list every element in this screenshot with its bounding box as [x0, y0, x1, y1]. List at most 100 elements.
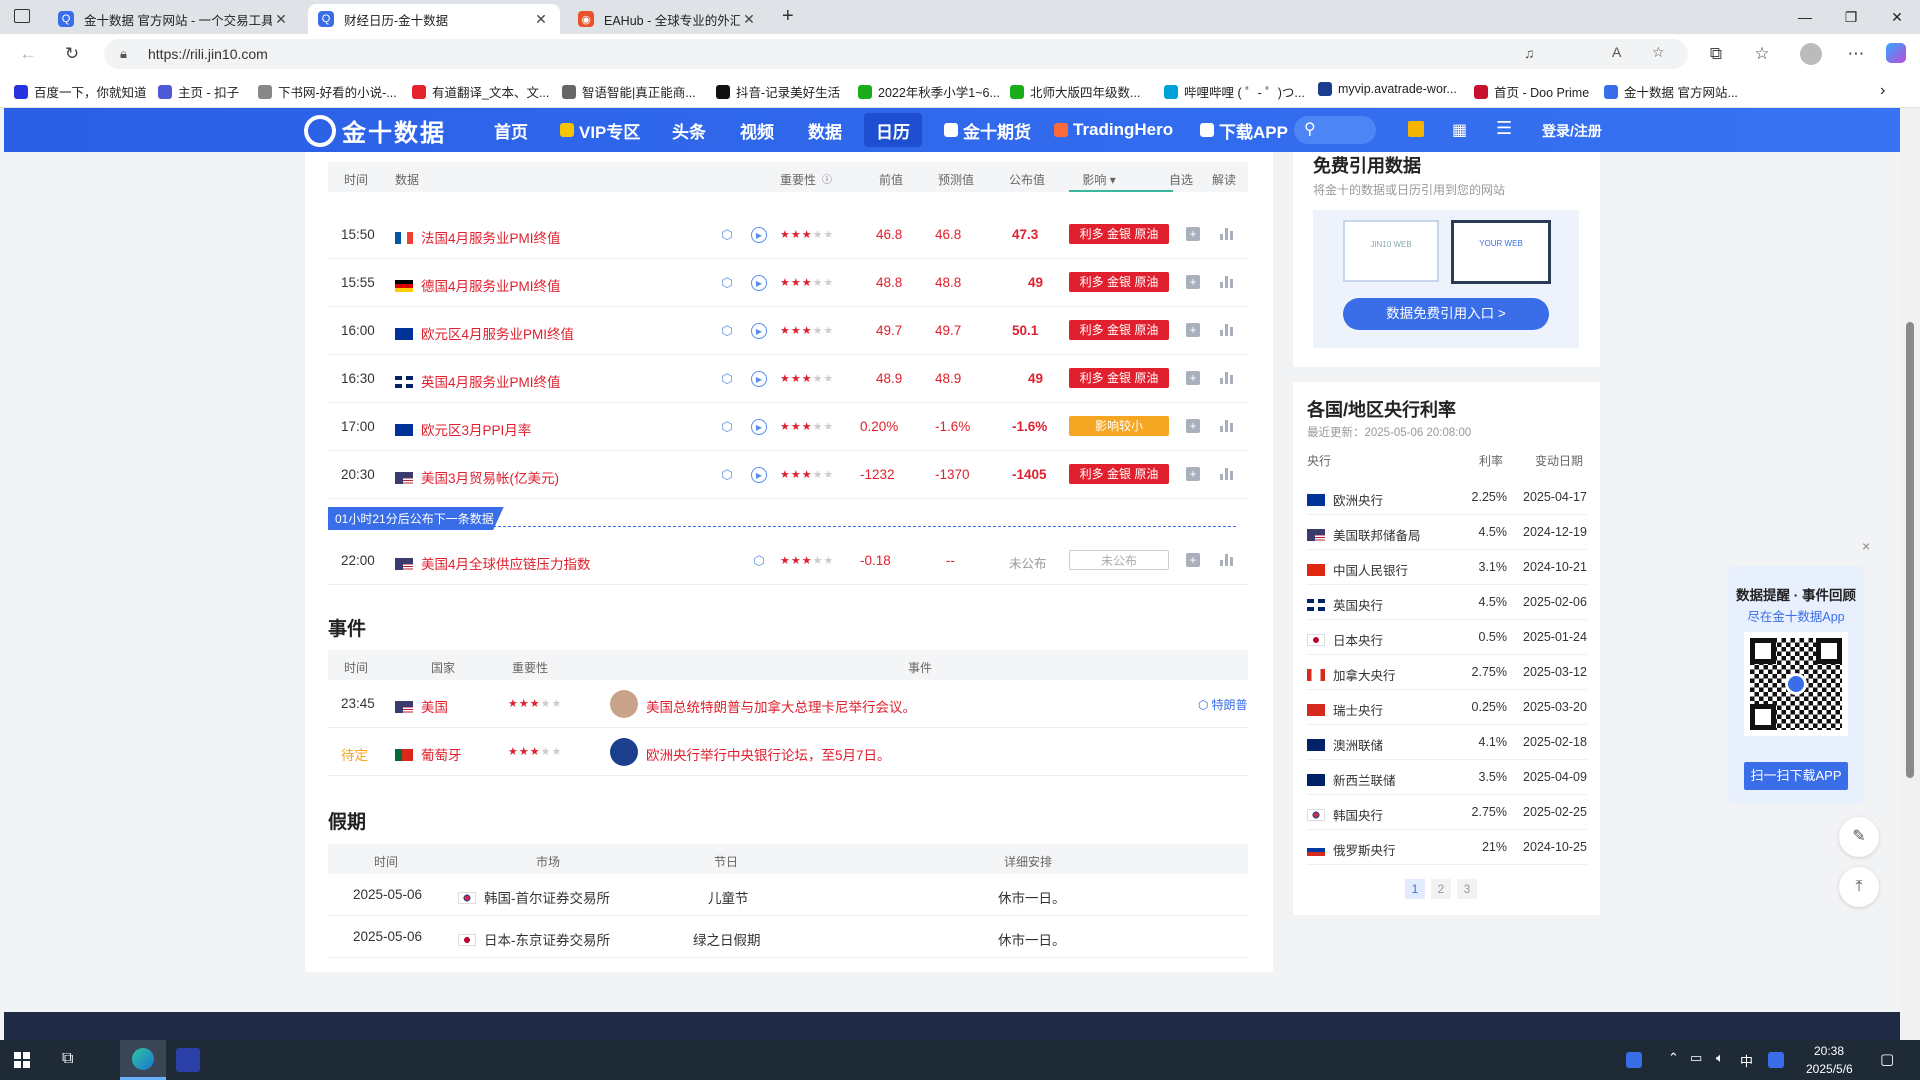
chart-bars-icon[interactable] — [1220, 274, 1234, 288]
cb-row[interactable]: 俄罗斯央行 21% 2024-10-25 — [1307, 830, 1587, 865]
row-indicator[interactable]: 欧元区4月服务业PMI终值 — [395, 323, 574, 343]
tray-chevron-icon[interactable]: ⌃ — [1668, 1050, 1679, 1066]
bookmark-item[interactable]: 有道翻译_文本、文... — [412, 82, 549, 101]
nav-3[interactable]: 视频 — [740, 108, 774, 152]
bookmark-item[interactable]: 主页 - 扣子 — [158, 82, 239, 101]
cb-row[interactable]: 欧洲央行 2.25% 2025-04-17 — [1307, 480, 1587, 515]
chart-bars-icon[interactable] — [1220, 226, 1234, 240]
add-watch-icon[interactable]: + — [1186, 275, 1200, 289]
nav-5[interactable]: 日历 — [864, 113, 922, 147]
refresh-icon[interactable]: ↻ — [58, 42, 86, 66]
cb-page-3[interactable]: 3 — [1457, 879, 1477, 899]
login-link[interactable]: 登录/注册 — [1542, 121, 1602, 141]
bookmark-item[interactable]: 下书网-好看的小说-... — [258, 82, 397, 101]
minimize-button[interactable]: — — [1782, 0, 1828, 34]
add-watch-icon[interactable]: + — [1186, 371, 1200, 385]
event-tag-link[interactable]: ⬡ 特朗普 — [1198, 696, 1248, 713]
bookmark-item[interactable]: 抖音-记录美好生活 — [716, 82, 840, 101]
cb-page-1[interactable]: 1 — [1405, 879, 1425, 899]
browser-tab[interactable]: Q 金十数据 官方网站 - 一个交易工具 ✕ — [48, 4, 300, 34]
play-video-icon[interactable]: ▶ — [751, 227, 767, 243]
url-field[interactable]: 🔒︎ https://rili.jin10.com ♫ A ☆ — [104, 39, 1688, 69]
play-video-icon[interactable]: ▶ — [751, 323, 767, 339]
data-row[interactable]: 16:00 欧元区4月服务业PMI终值 ⬡ ▶ ★★★★★ 49.7 49.7 50.1 利多 … — [328, 307, 1248, 355]
ime-indicator[interactable]: 中 — [1740, 1051, 1753, 1070]
bookmark-item[interactable]: 百度一下，你就知道 — [14, 82, 147, 101]
browser-tab[interactable]: ◉ EAHub - 全球专业的外汇EA指标✕ — [568, 4, 768, 34]
add-watch-icon[interactable]: + — [1186, 227, 1200, 241]
nav-8[interactable]: 下载APP — [1200, 108, 1288, 152]
cb-row[interactable]: 瑞士央行 0.25% 2025-03-20 — [1307, 690, 1587, 725]
notification-icon[interactable]: ▢ — [1880, 1050, 1894, 1068]
chart-bars-icon[interactable] — [1220, 370, 1234, 384]
play-video-icon[interactable]: ▶ — [751, 419, 767, 435]
nav-6[interactable]: 金十期货 — [944, 108, 1031, 152]
add-watch-icon[interactable]: + — [1186, 467, 1200, 481]
row-indicator[interactable]: 欧元区3月PPI月率 — [395, 419, 531, 439]
clock-time[interactable]: 20:38 — [1814, 1044, 1844, 1058]
row-indicator[interactable]: 英国4月服务业PMI终值 — [395, 371, 561, 391]
play-video-icon[interactable]: ▶ — [751, 467, 767, 483]
bookmark-item[interactable]: 首页 - Doo Prime — [1474, 82, 1589, 101]
favorite-star-icon[interactable]: ☆ — [1652, 44, 1665, 61]
data-row[interactable]: 20:30 美国3月贸易帐(亿美元) ⬡ ▶ ★★★★★ -1232 -1370 -1405 利… — [328, 451, 1248, 499]
bookmarks-more-icon[interactable]: › — [1880, 82, 1885, 100]
bookmark-item[interactable]: myvip.avatrade-wor... — [1318, 82, 1457, 96]
data-row[interactable]: 15:55 德国4月服务业PMI终值 ⬡ ▶ ★★★★★ 48.8 48.8 49 利多 金银 … — [328, 259, 1248, 307]
chart-bars-icon[interactable] — [1220, 466, 1234, 480]
tray-app2-icon[interactable] — [1768, 1052, 1784, 1068]
bookmark-item[interactable]: 北师大版四年级数... — [1010, 82, 1140, 101]
tab-actions-icon[interactable] — [14, 9, 30, 23]
bookmark-item[interactable]: 哔哩哔哩 ( ゜- ゜)つ... — [1164, 82, 1305, 101]
cb-row[interactable]: 韩国央行 2.75% 2025-02-25 — [1307, 795, 1587, 830]
row-indicator[interactable]: 美国4月全球供应链压力指数 — [395, 553, 591, 573]
cb-row[interactable]: 加拿大央行 2.75% 2025-03-12 — [1307, 655, 1587, 690]
cube-icon[interactable]: ⬡ — [719, 419, 735, 435]
extensions-icon[interactable]: ⧉ — [1702, 42, 1730, 66]
windows-start-icon[interactable] — [14, 1052, 30, 1068]
copilot-icon[interactable] — [1886, 43, 1906, 63]
add-watch-icon[interactable]: + — [1186, 553, 1200, 567]
event-row[interactable]: 待定 葡萄牙 ★★★★★ 欧洲央行举行中央银行论坛，至5月7日。 — [328, 728, 1248, 776]
bookmark-item[interactable]: 智语智能|真正能商... — [562, 82, 696, 101]
tab-close-icon[interactable]: ✕ — [272, 11, 290, 28]
cube-icon[interactable]: ⬡ — [751, 553, 767, 569]
chart-bars-icon[interactable] — [1220, 322, 1234, 336]
restore-button[interactable]: ❐ — [1828, 0, 1874, 34]
nav-4[interactable]: 数据 — [808, 108, 842, 152]
task-view-icon[interactable]: ⧉ — [62, 1050, 73, 1068]
cube-icon[interactable]: ⬡ — [719, 467, 735, 483]
cb-page-2[interactable]: 2 — [1431, 879, 1451, 899]
cb-row[interactable]: 新西兰联储 3.5% 2025-04-09 — [1307, 760, 1587, 795]
new-tab-button[interactable]: + — [782, 5, 794, 28]
page-scrollbar[interactable] — [1902, 108, 1920, 1040]
bookmark-item[interactable]: 2022年秋季小学1~6... — [858, 82, 1000, 101]
edge-taskbar-icon[interactable] — [120, 1040, 166, 1080]
profile-avatar[interactable] — [1800, 43, 1822, 65]
row-indicator[interactable]: 法国4月服务业PMI终值 — [395, 227, 561, 247]
grid-icon[interactable]: ▦ — [1452, 120, 1467, 140]
nav-0[interactable]: 首页 — [494, 108, 528, 152]
bookmark-item[interactable]: 金十数据 官方网站... — [1604, 82, 1738, 101]
nav-2[interactable]: 头条 — [672, 108, 706, 152]
row-indicator[interactable]: 德国4月服务业PMI终值 — [395, 275, 561, 295]
add-watch-icon[interactable]: + — [1186, 323, 1200, 337]
back-icon[interactable]: ← — [14, 42, 42, 66]
logo[interactable]: 金十数据 — [304, 113, 446, 148]
tray-app-icon[interactable] — [1626, 1052, 1642, 1068]
nav-7[interactable]: TradingHero — [1054, 108, 1173, 152]
close-window-button[interactable]: ✕ — [1874, 0, 1920, 34]
more-menu-icon[interactable]: ⋯ — [1842, 42, 1870, 66]
nav-1[interactable]: VIP专区 — [560, 108, 640, 152]
back-to-top-button[interactable]: ⤒ — [1839, 867, 1879, 907]
cb-row[interactable]: 澳洲联储 4.1% 2025-02-18 — [1307, 725, 1587, 760]
tab-close-icon[interactable]: ✕ — [532, 11, 550, 28]
search-box[interactable]: ⚲ — [1294, 116, 1376, 144]
cube-icon[interactable]: ⬡ — [719, 323, 735, 339]
tab-close-icon[interactable]: ✕ — [740, 11, 758, 28]
data-row[interactable]: 16:30 英国4月服务业PMI终值 ⬡ ▶ ★★★★★ 48.9 48.9 49 利多 金银 … — [328, 355, 1248, 403]
data-row[interactable]: 15:50 法国4月服务业PMI终值 ⬡ ▶ ★★★★★ 46.8 46.8 47.3 利多 金… — [328, 211, 1248, 259]
data-row[interactable]: 17:00 欧元区3月PPI月率 ⬡ ▶ ★★★★★ 0.20% -1.6% -1.6% 影响较… — [328, 403, 1248, 451]
gift-icon[interactable] — [1408, 121, 1424, 137]
play-video-icon[interactable]: ▶ — [751, 371, 767, 387]
